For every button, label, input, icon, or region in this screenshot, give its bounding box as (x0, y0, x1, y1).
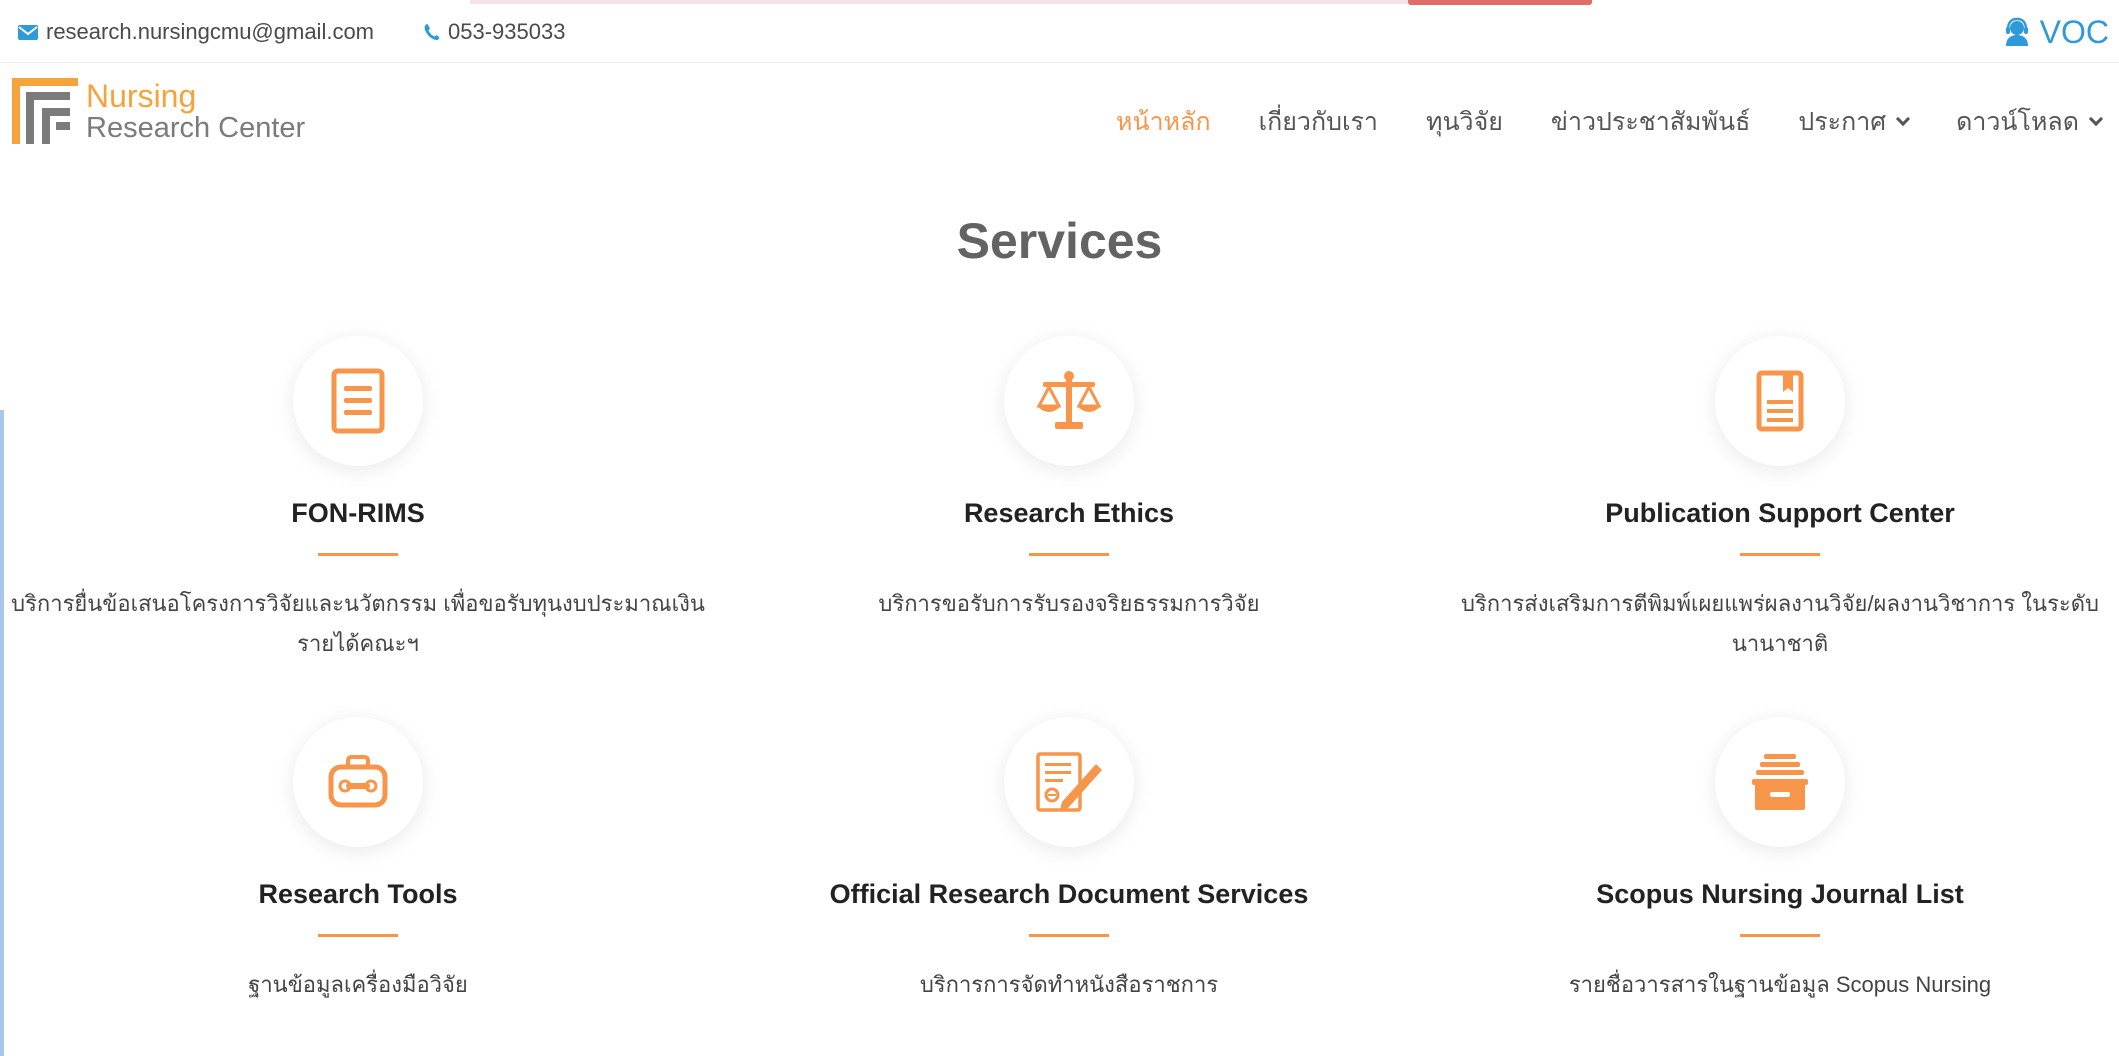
archive-icon (1752, 754, 1808, 810)
main-navbar: Nursing Research Center หน้าหลัก เกี่ยวก… (0, 64, 2119, 174)
service-description: บริการขอรับการรับรองจริยธรรมการวิจัย (878, 591, 1260, 616)
service-title-underline (1029, 553, 1109, 556)
phone-icon (424, 24, 440, 41)
service-title-underline (1740, 934, 1820, 937)
top-contact-bar: research.nursingcmu@gmail.com 053-935033… (0, 0, 2119, 63)
nav-item-announcements[interactable]: ประกาศ (1798, 102, 1911, 142)
service-title-underline (1740, 553, 1820, 556)
voc-link[interactable]: VOC (2002, 12, 2109, 52)
document-icon (331, 368, 385, 434)
envelope-icon (18, 24, 38, 40)
bookmark-document-icon (1756, 370, 1804, 432)
service-card-fon-rims[interactable]: FON-RIMS บริการยื่นข้อเสนอโครงการวิจัยแล… (8, 336, 708, 664)
site-logo[interactable]: Nursing Research Center (12, 78, 305, 144)
service-title-underline (318, 553, 398, 556)
nav-item-news[interactable]: ข่าวประชาสัมพันธ์ (1551, 102, 1750, 142)
service-title[interactable]: Research Ethics (719, 498, 1419, 529)
service-icon-circle (1715, 717, 1845, 847)
service-title[interactable]: Publication Support Center (1430, 498, 2119, 529)
email-contact[interactable]: research.nursingcmu@gmail.com (18, 17, 374, 47)
service-card-research-tools[interactable]: Research Tools ฐานข้อมูลเครื่องมือวิจัย (8, 717, 708, 1005)
top-accent (1408, 0, 1592, 5)
logo-line-research-center: Research Center (86, 111, 306, 144)
service-title[interactable]: FON-RIMS (8, 498, 708, 529)
service-title-underline (318, 934, 398, 937)
service-description: บริการการจัดทำหนังสือราชการ (919, 972, 1219, 997)
services-title: Services (956, 213, 1163, 269)
voc-label[interactable]: VOC (2040, 14, 2109, 51)
nav-item-label: เกี่ยวกับเรา (1258, 108, 1378, 136)
nav-item-downloads[interactable]: ดาวน์โหลด (1956, 102, 2104, 142)
logo-line-nursing: Nursing (86, 77, 197, 114)
service-title[interactable]: Scopus Nursing Journal List (1430, 879, 2119, 910)
nav-item-label: ดาวน์โหลด (1956, 108, 2079, 136)
nav-item-home[interactable]: หน้าหลัก (1116, 102, 1211, 142)
service-description: บริการส่งเสริมการตีพิมพ์เผยแพร่ผลงานวิจั… (1461, 591, 2099, 656)
phone-text[interactable]: 053-935033 (448, 19, 565, 45)
nav-item-label: ประกาศ (1798, 108, 1887, 136)
service-card-publication-support[interactable]: Publication Support Center บริการส่งเสริ… (1430, 336, 2119, 664)
nav-item-grants[interactable]: ทุนวิจัย (1426, 102, 1503, 142)
service-card-official-documents[interactable]: Official Research Document Services บริก… (719, 717, 1419, 1005)
nav-item-label: ทุนวิจัย (1425, 108, 1503, 136)
service-icon-circle (293, 717, 423, 847)
left-edge-strip (0, 410, 4, 1056)
support-agent-icon (2005, 17, 2028, 46)
logo-text: Nursing Research Center (86, 80, 305, 143)
chevron-down-icon (2088, 111, 2104, 127)
chevron-down-icon (1896, 111, 1911, 127)
service-icon-circle (293, 336, 423, 466)
signing-document-icon (1036, 752, 1102, 812)
service-icon-circle (1004, 717, 1134, 847)
top-accent-faint (470, 0, 1408, 4)
service-description: บริการยื่นข้อเสนอโครงการวิจัยและนวัตกรรม… (11, 591, 705, 656)
scales-icon (1036, 371, 1102, 429)
service-description: ฐานข้อมูลเครื่องมือวิจัย (248, 972, 468, 997)
service-title[interactable]: Official Research Document Services (719, 879, 1419, 910)
email-text[interactable]: research.nursingcmu@gmail.com (46, 19, 374, 45)
nav-item-label: ข่าวประชาสัมพันธ์ (1550, 108, 1751, 136)
service-description: รายชื่อวารสารในฐานข้อมูล Scopus Nursing (1568, 972, 1992, 997)
nrc-logo-mark-icon (12, 78, 78, 144)
service-title-underline (1029, 934, 1109, 937)
service-icon-circle (1715, 336, 1845, 466)
nav-item-label: หน้าหลัก (1116, 108, 1211, 136)
service-card-research-ethics[interactable]: Research Ethics บริการขอรับการรับรองจริย… (719, 336, 1419, 624)
service-icon-circle (1004, 336, 1134, 466)
nav-menu: หน้าหลัก เกี่ยวกับเรา ทุนวิจัย ข่าวประชา… (1116, 102, 2104, 142)
toolbox-icon (328, 755, 388, 808)
service-card-scopus-journal-list[interactable]: Scopus Nursing Journal List รายชื่อวารสา… (1430, 717, 2119, 1005)
service-title[interactable]: Research Tools (8, 879, 708, 910)
nav-item-about[interactable]: เกี่ยวกับเรา (1259, 102, 1378, 142)
phone-contact[interactable]: 053-935033 (424, 17, 565, 47)
